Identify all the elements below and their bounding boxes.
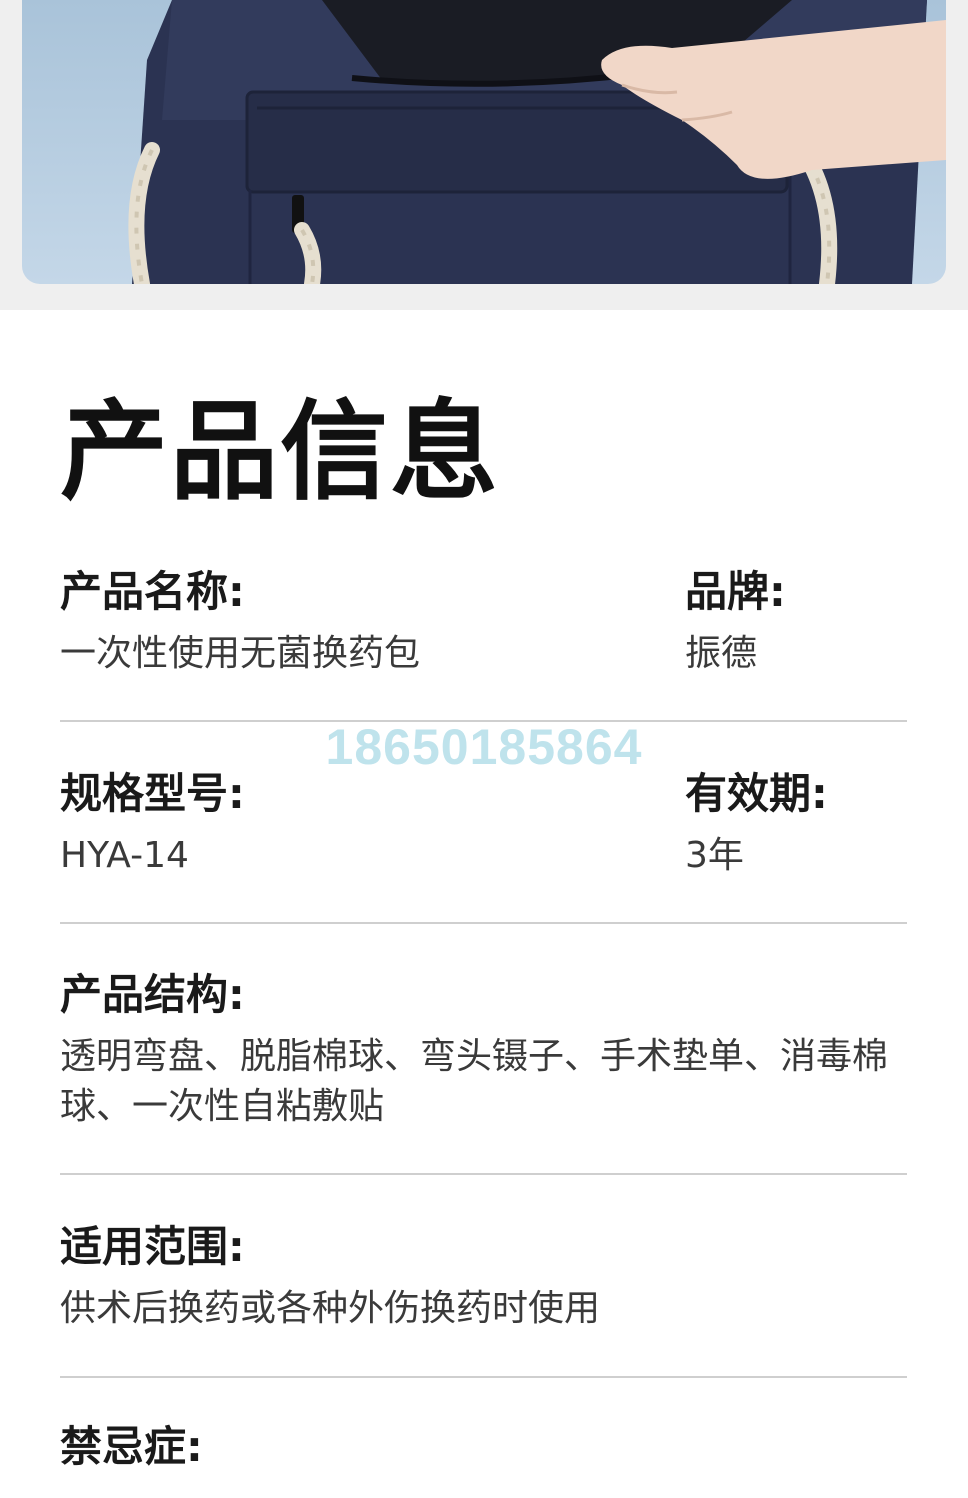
divider: [60, 1376, 907, 1378]
bag-illustration: [128, 0, 946, 284]
field-value: 一次性使用无菌换药包: [60, 633, 421, 674]
field-value: HYA-14: [60, 835, 189, 876]
field-label: 规格型号:: [60, 769, 245, 818]
photo-band: [0, 0, 968, 310]
field-label: 禁忌症:: [60, 1422, 203, 1471]
field-value: 透明弯盘、脱脂棉球、弯头镊子、手术垫单、消毒棉球、一次性自粘敷贴: [60, 1036, 889, 1127]
page-title: 产品信息: [60, 390, 501, 515]
field-validity: 有效期: 3年: [685, 767, 828, 881]
field-product-name: 产品名称: 一次性使用无菌换药包: [60, 565, 420, 679]
divider: [60, 1173, 907, 1175]
field-label: 品牌:: [685, 567, 786, 616]
product-photo: [22, 0, 946, 284]
field-model: 规格型号: HYA-14: [60, 767, 245, 881]
field-label: 适用范围:: [60, 1222, 245, 1271]
field-structure: 产品结构: 透明弯盘、脱脂棉球、弯头镊子、手术垫单、消毒棉球、一次性自粘敷贴: [60, 968, 905, 1132]
field-value: 供术后换药或各种外伤换药时使用: [60, 1288, 601, 1329]
divider: [60, 922, 907, 924]
field-label: 有效期:: [685, 769, 828, 818]
field-value: 3年: [685, 835, 744, 876]
field-label: 产品名称:: [60, 567, 245, 616]
field-contraindication: 禁忌症:: [60, 1420, 203, 1474]
field-brand: 品牌: 振德: [685, 565, 786, 679]
field-value: 振德: [685, 633, 758, 674]
field-scope: 适用范围: 供术后换药或各种外伤换药时使用: [60, 1220, 600, 1334]
field-label: 产品结构:: [60, 970, 245, 1019]
